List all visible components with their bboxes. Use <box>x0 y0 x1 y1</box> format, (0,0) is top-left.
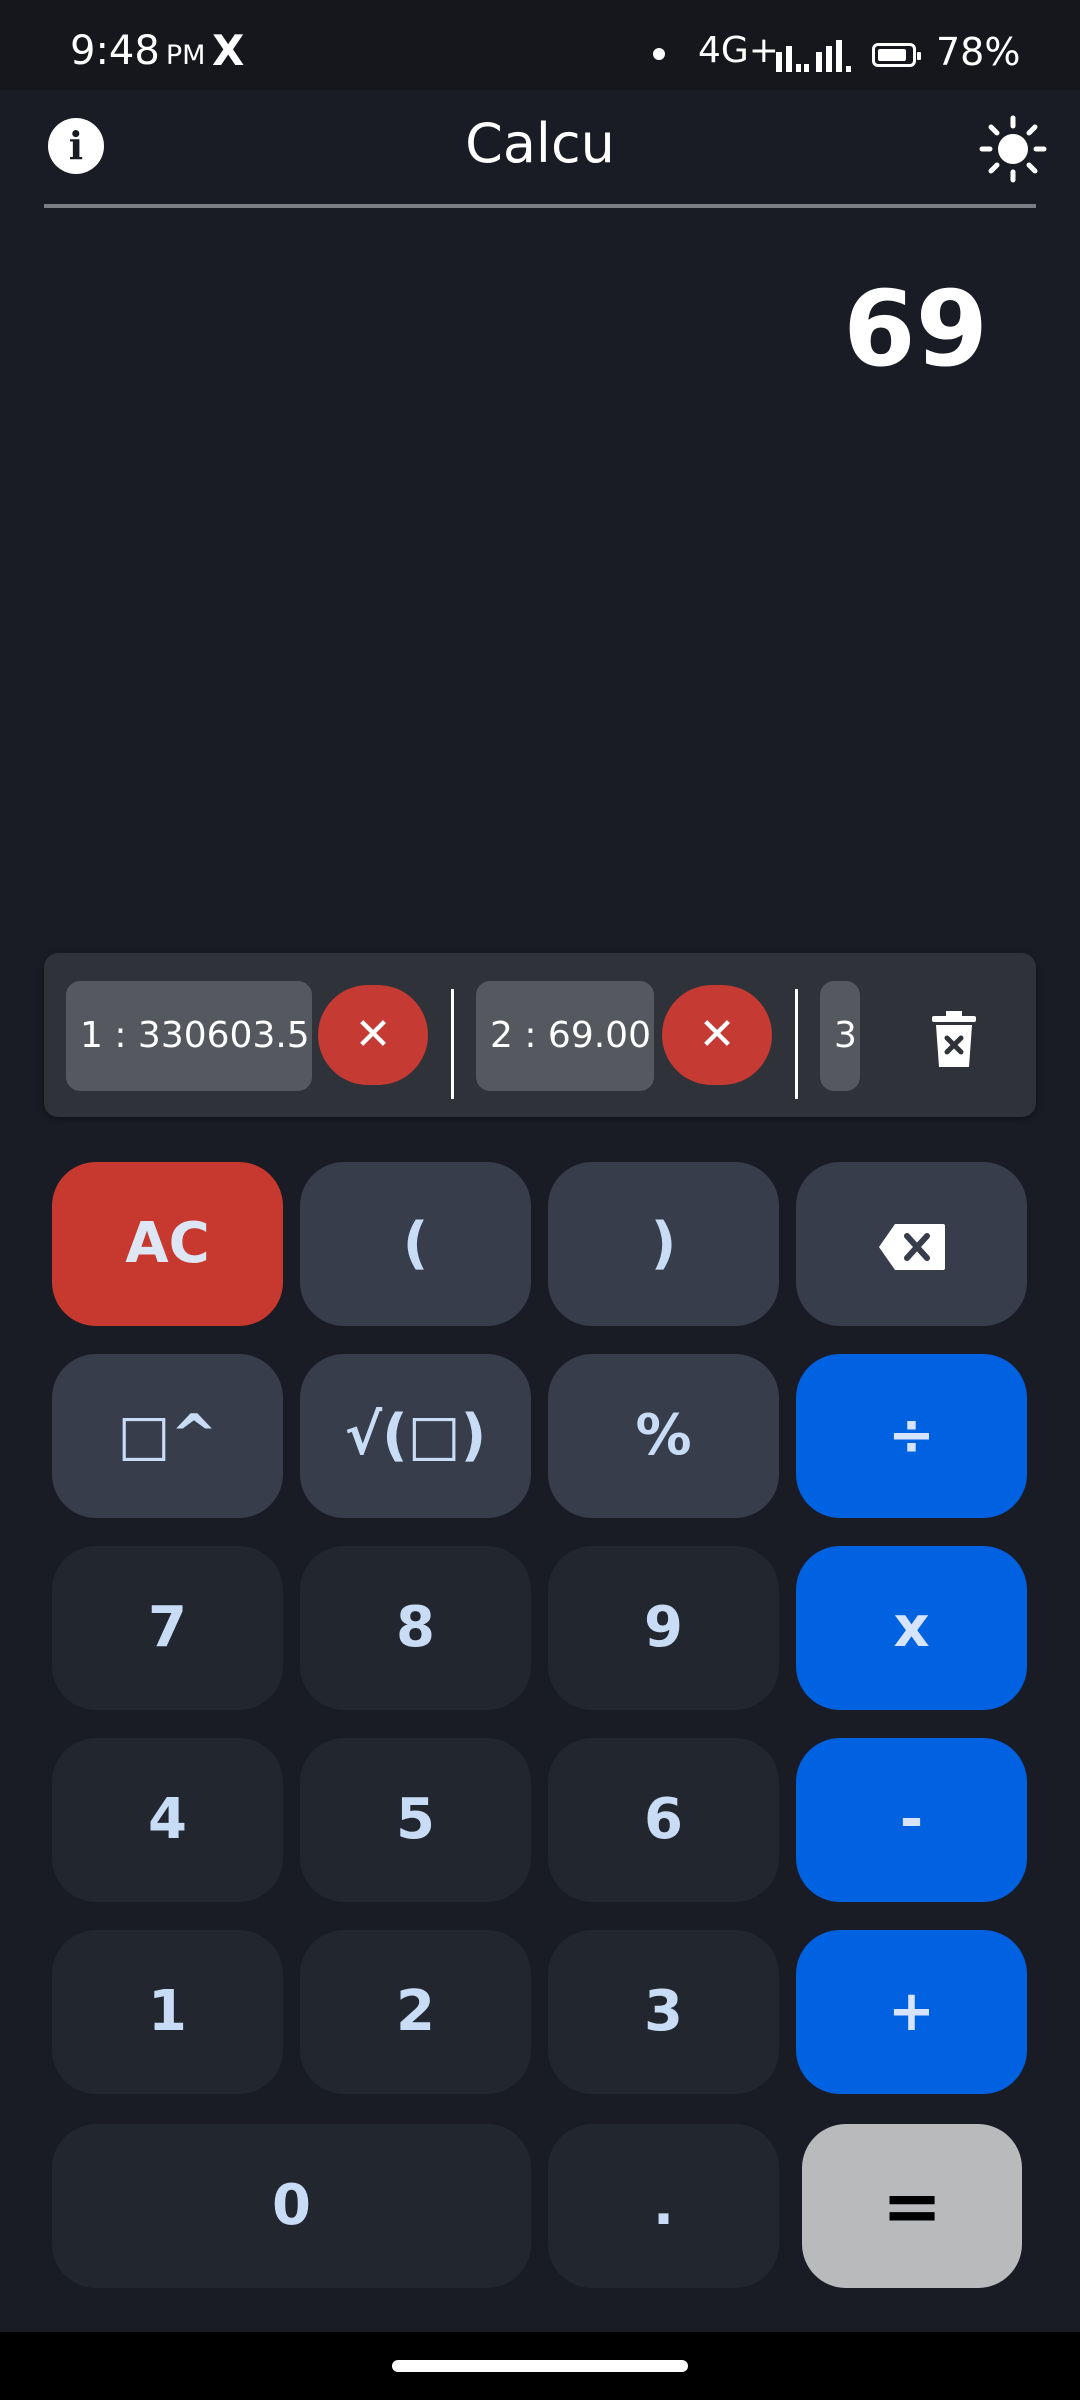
result-display: 69 <box>843 268 988 390</box>
home-gesture-handle[interactable] <box>392 2360 688 2372</box>
history-delete-button[interactable]: ✕ <box>662 985 772 1085</box>
digit-8-button[interactable]: 8 <box>300 1546 531 1710</box>
history-item[interactable]: 3 <box>820 981 860 1091</box>
multiply-button[interactable]: x <box>796 1546 1027 1710</box>
minus-button[interactable]: - <box>796 1738 1027 1902</box>
digit-4-button[interactable]: 4 <box>52 1738 283 1902</box>
decimal-point-button[interactable]: . <box>548 2124 779 2288</box>
digit-3-button[interactable]: 3 <box>548 1930 779 2094</box>
clear-all-button[interactable]: AC <box>52 1162 283 1326</box>
power-button[interactable]: □^ <box>52 1354 283 1518</box>
percent-button[interactable]: % <box>548 1354 779 1518</box>
plus-button[interactable]: + <box>796 1930 1027 2094</box>
digit-9-button[interactable]: 9 <box>548 1546 779 1710</box>
backspace-icon <box>878 1223 945 1270</box>
digit-2-button[interactable]: 2 <box>300 1930 531 2094</box>
x-app-icon: X <box>212 26 245 75</box>
history-item[interactable]: 1 : 330603.53. <box>66 981 312 1091</box>
app-title: Calcu <box>465 112 615 175</box>
digit-0-button[interactable]: 0 <box>52 2124 531 2288</box>
digit-5-button[interactable]: 5 <box>300 1738 531 1902</box>
battery-icon <box>872 43 921 67</box>
sun-icon[interactable] <box>978 114 1048 184</box>
battery-percent: 78% <box>936 30 1021 74</box>
status-time: 9:48 PM <box>70 28 206 74</box>
navigation-bar <box>0 2332 1080 2400</box>
app-bar: i Calcu <box>0 90 1080 210</box>
header-divider <box>44 204 1036 208</box>
history-item[interactable]: 2 : 69.00. <box>476 981 654 1091</box>
equals-button[interactable]: = <box>802 2124 1022 2288</box>
notification-dot-icon <box>653 48 665 60</box>
digit-1-button[interactable]: 1 <box>52 1930 283 2094</box>
history-separator <box>451 989 454 1099</box>
history-delete-button[interactable]: ✕ <box>318 985 428 1085</box>
history-separator <box>795 989 798 1099</box>
open-paren-button[interactable]: ( <box>300 1162 531 1326</box>
status-bar: 9:48 PM X 4G+ 78% <box>0 0 1080 90</box>
signal-icon <box>776 40 851 72</box>
network-type: 4G+ <box>698 30 779 71</box>
digit-7-button[interactable]: 7 <box>52 1546 283 1710</box>
history-strip[interactable]: 1 : 330603.53. ✕ 2 : 69.00. ✕ 3 <box>44 953 1036 1117</box>
backspace-button[interactable] <box>796 1162 1027 1326</box>
divide-button[interactable]: ÷ <box>796 1354 1027 1518</box>
trash-icon[interactable] <box>924 1009 984 1069</box>
close-paren-button[interactable]: ) <box>548 1162 779 1326</box>
sqrt-button[interactable]: √(□) <box>300 1354 531 1518</box>
digit-6-button[interactable]: 6 <box>548 1738 779 1902</box>
